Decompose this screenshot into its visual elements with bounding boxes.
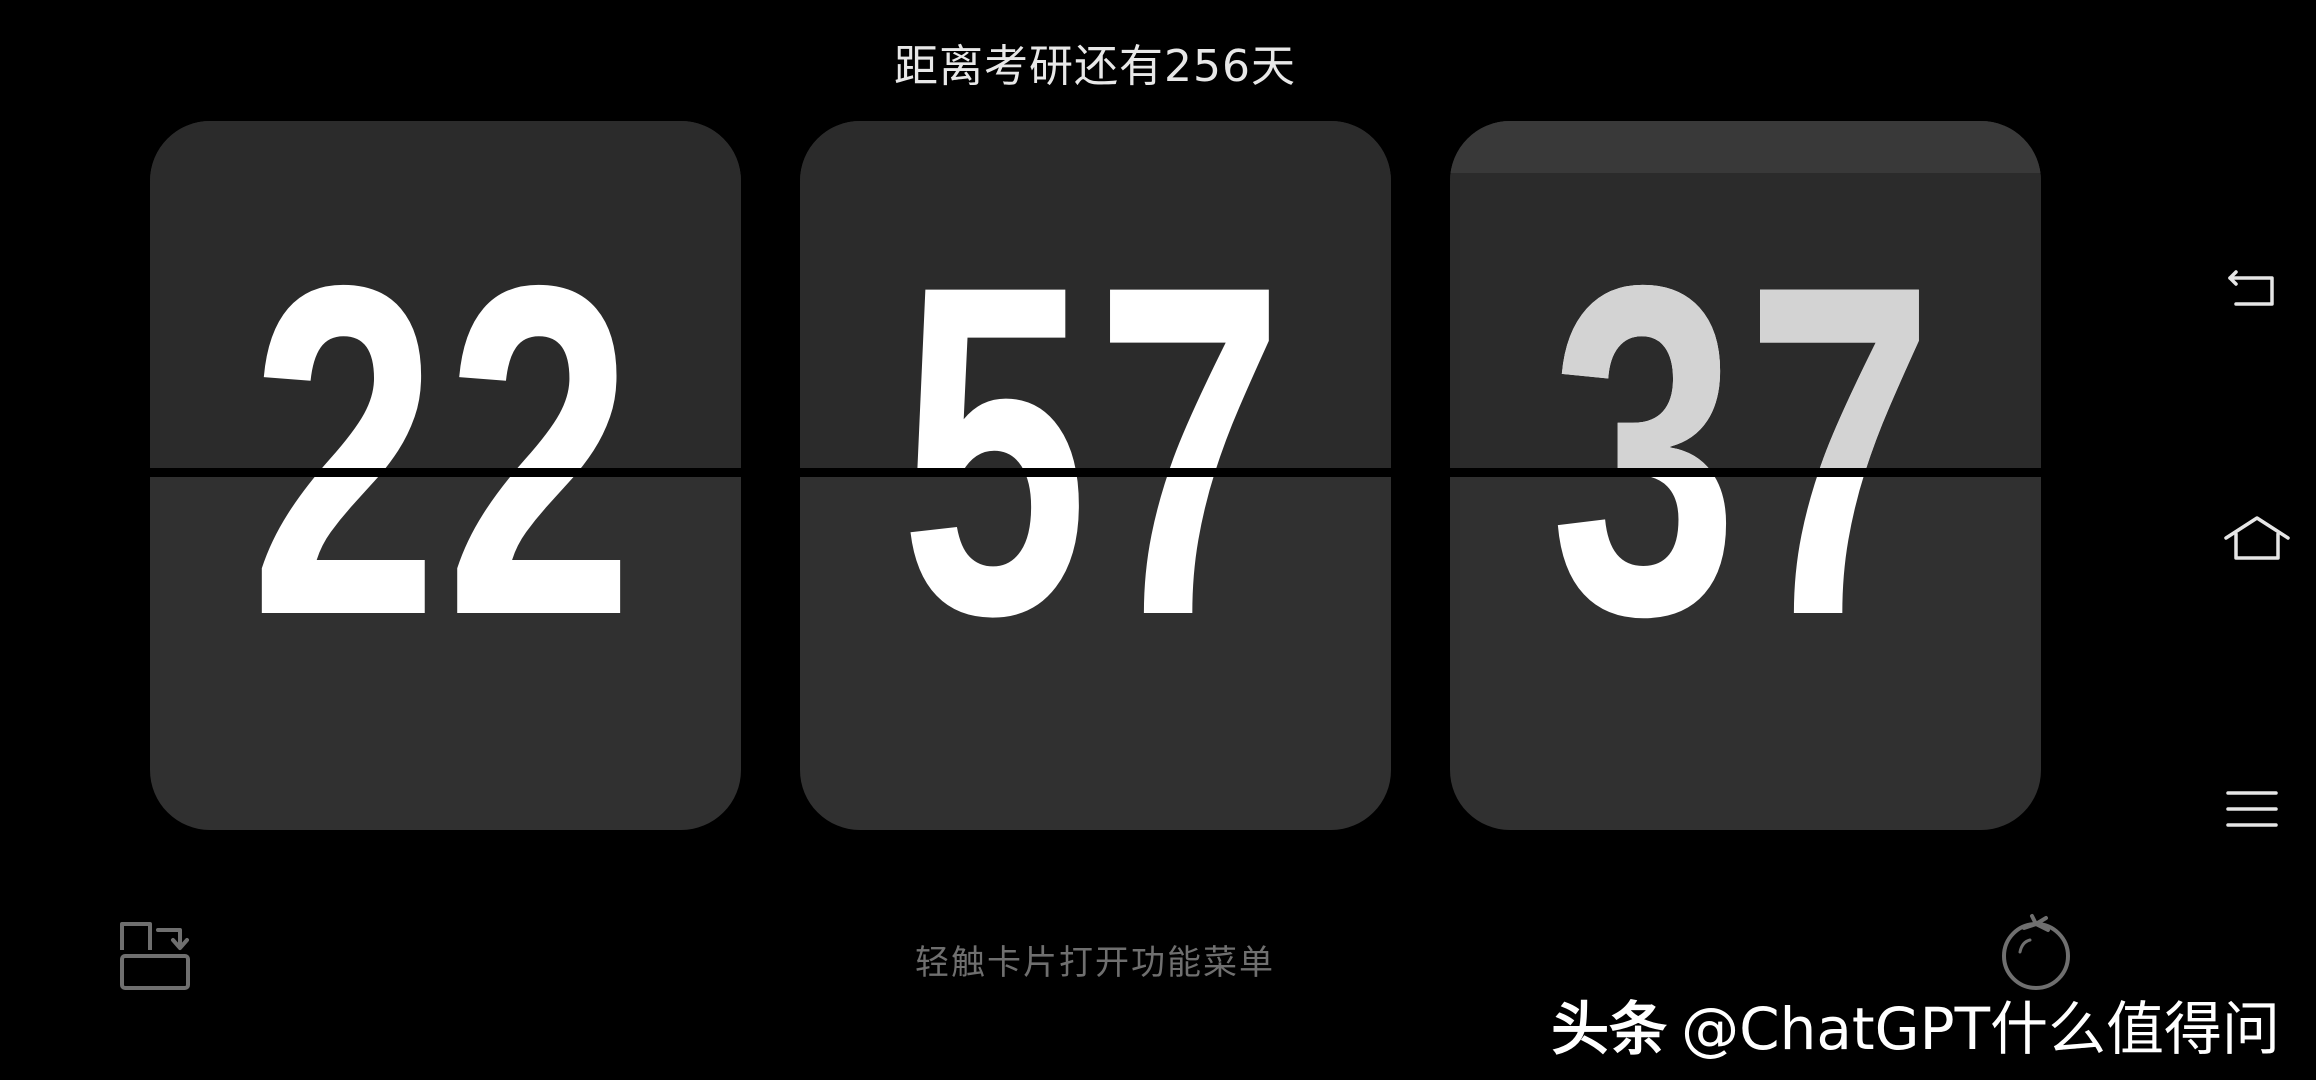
menu-icon[interactable] (2222, 781, 2282, 841)
seconds-digits-top: 37 (1550, 188, 1941, 472)
back-icon[interactable] (2222, 258, 2282, 318)
card-split-line (1450, 468, 2041, 477)
home-icon[interactable] (2222, 512, 2290, 572)
minutes-digits: 57 (900, 188, 1291, 713)
watermark-handle: @ChatGPT什么值得问 (1681, 995, 2280, 1063)
hours-flip-card[interactable]: 22 (150, 121, 741, 830)
seconds-flipping-top: 37 (1450, 121, 2041, 472)
card-split-line (800, 468, 1391, 477)
watermark: 头条 @ChatGPT什么值得问 (1551, 982, 2280, 1066)
seconds-flip-card[interactable]: 37 37 (1450, 121, 2041, 830)
tomato-timer-icon[interactable] (1996, 912, 2076, 992)
watermark-brand: 头条 (1551, 995, 1668, 1063)
card-split-line (150, 468, 741, 477)
minutes-flip-card[interactable]: 57 (800, 121, 1391, 830)
hours-digits: 22 (250, 188, 641, 713)
countdown-title: 距离考研还有256天 (894, 41, 1296, 92)
card-menu-hint: 轻触卡片打开功能菜单 (915, 943, 1275, 983)
